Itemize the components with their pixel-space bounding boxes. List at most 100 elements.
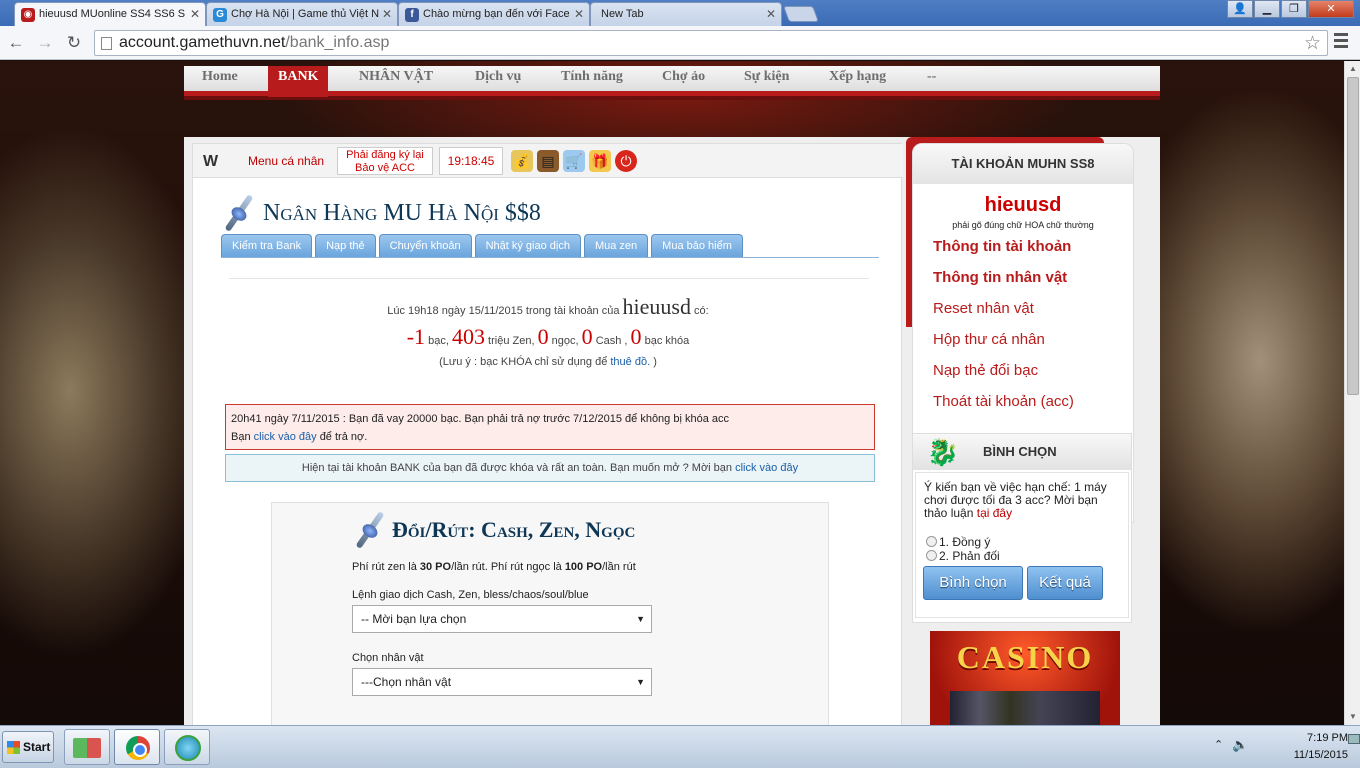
scroll-thumb[interactable] xyxy=(1347,77,1359,395)
url-text: account.gamethuvn.net/bank_info.asp xyxy=(119,34,390,51)
radio-icon[interactable] xyxy=(926,536,937,547)
tray-time[interactable]: 7:19 PM xyxy=(1278,732,1348,744)
cash-label: Cash , xyxy=(595,335,628,347)
sidebar-username: hieuusd xyxy=(984,194,1062,216)
taskbar-app-network[interactable] xyxy=(64,729,110,765)
tab-title: hieuusd MUonline SS4 SS6 S xyxy=(39,8,186,20)
tray-date[interactable]: 11/15/2015 xyxy=(1268,749,1348,761)
forward-button[interactable]: → xyxy=(34,32,56,54)
chrome-menu-icon[interactable] xyxy=(1334,33,1348,51)
tray-expand-icon[interactable]: ⌃ xyxy=(1214,738,1223,751)
character-label: Chọn nhân vật xyxy=(352,652,424,664)
link-account-info[interactable]: Thông tin tài khoản xyxy=(933,238,1071,255)
g-favicon-icon: G xyxy=(213,8,227,22)
nav-xep-hang[interactable]: Xếp hạng xyxy=(829,66,886,96)
close-tab-icon[interactable]: ✕ xyxy=(382,7,392,21)
link-inbox[interactable]: Hộp thư cá nhân xyxy=(933,331,1045,348)
tab-facebook[interactable]: f Chào mừng bạn đến với Face ✕ xyxy=(398,2,590,26)
speaker-icon[interactable]: 🔈 xyxy=(1232,737,1248,753)
dragon-icon: 🐉 xyxy=(926,437,960,467)
command-select[interactable]: -- Mời bạn lựa chọn ▼ xyxy=(352,605,652,633)
nav-tinh-nang[interactable]: Tính năng xyxy=(561,66,623,96)
nav-nhan-vat[interactable]: NHÂN VẬT xyxy=(359,66,433,96)
tab-new-tab[interactable]: New Tab ✕ xyxy=(590,2,782,26)
close-tab-icon[interactable]: ✕ xyxy=(766,7,776,21)
fee-ngoc: 100 PO xyxy=(564,561,603,573)
close-tab-icon[interactable]: ✕ xyxy=(190,7,200,21)
loan-warning-text: 20h41 ngày 7/11/2015 : Bạn đã vay 20000 … xyxy=(231,413,729,425)
taskbar-app-sync[interactable] xyxy=(164,729,210,765)
bookmark-star-icon[interactable]: ☆ xyxy=(1304,32,1321,55)
nav-cho-ao[interactable]: Chợ ảo xyxy=(662,66,705,96)
bank-tabs: Kiểm tra Bank Nạp thẻ Chuyển khoản Nhật … xyxy=(221,234,879,258)
tab-hieuusd[interactable]: ◉ hieuusd MUonline SS4 SS6 S ✕ xyxy=(14,2,206,27)
tab-kiem-tra-bank[interactable]: Kiểm tra Bank xyxy=(221,234,313,257)
cart-icon[interactable]: 🛒 xyxy=(563,150,585,172)
maximize-button[interactable]: ❐ xyxy=(1281,0,1307,18)
radio-icon[interactable] xyxy=(926,550,937,561)
user-icon[interactable]: 👤 xyxy=(1227,0,1253,18)
withdraw-form: Đổi/Rút: Cash, Zen, Ngọc Phí rút zen là … xyxy=(271,502,829,725)
start-button[interactable]: Start xyxy=(2,731,54,763)
nav-dich-vu[interactable]: Dịch vụ xyxy=(475,66,521,96)
fee-suffix: /lần rút xyxy=(602,561,636,573)
reload-button[interactable]: ↻ xyxy=(63,32,85,54)
poll-title: BÌNH CHỌN xyxy=(983,444,1057,459)
link-character-info[interactable]: Thông tin nhân vật xyxy=(933,269,1067,286)
tab-title: Chợ Hà Nội | Game thủ Việt N xyxy=(231,8,380,20)
character-select-value: ---Chọn nhân vật xyxy=(361,675,452,689)
zen-label: triệu Zen, xyxy=(488,335,535,347)
rent-items-link[interactable]: thuê đồ. xyxy=(610,356,650,368)
address-bar[interactable]: account.gamethuvn.net/bank_info.asp ☆ xyxy=(94,30,1328,56)
nav-su-kien[interactable]: Sự kiện xyxy=(744,66,789,96)
window-controls: 👤 ▁ ❐ ✕ xyxy=(1226,0,1354,18)
account-name: hieuusd xyxy=(622,294,691,319)
reregister-protect-button[interactable]: Phải đăng ký lại Bảo vệ ACC xyxy=(337,147,433,175)
tab-mua-zen[interactable]: Mua zen xyxy=(583,234,649,257)
character-select[interactable]: ---Chọn nhân vật ▼ xyxy=(352,668,652,696)
loan-warning-box: 20h41 ngày 7/11/2015 : Bạn đã vay 20000 … xyxy=(225,404,875,450)
new-tab-button[interactable] xyxy=(783,6,819,22)
tab-cho-ha-noi[interactable]: G Chợ Hà Nội | Game thủ Việt N ✕ xyxy=(206,2,398,26)
personal-menu-link[interactable]: Menu cá nhân xyxy=(248,154,324,168)
link-logout[interactable]: Thoát tài khoản (acc) xyxy=(933,393,1074,410)
scroll-up-icon[interactable]: ▲ xyxy=(1345,61,1360,77)
poll-option-agree[interactable]: 1. Đồng ý xyxy=(926,536,990,549)
treasure-chest-icon[interactable]: ▤ xyxy=(537,150,559,172)
nav-home[interactable]: Home xyxy=(202,66,238,96)
poll-option-disagree[interactable]: 2. Phản đối xyxy=(926,550,1000,563)
close-window-button[interactable]: ✕ xyxy=(1308,0,1354,18)
money-bag-icon[interactable]: 💰 xyxy=(511,150,533,172)
gift-icon[interactable]: 🎁 xyxy=(589,150,611,172)
scroll-down-icon[interactable]: ▼ xyxy=(1345,709,1360,725)
nav-bank[interactable]: BANK xyxy=(268,66,329,97)
nav-more[interactable]: -- xyxy=(927,66,936,96)
casino-banner[interactable]: CASINO xyxy=(930,631,1120,725)
page-scrollbar[interactable]: ▲ ▼ xyxy=(1344,61,1360,725)
case-hint: phải gõ đúng chữ HOA chữ thường xyxy=(952,220,1094,230)
tab-nhat-ky-giao-dich[interactable]: Nhật ký giao dịch xyxy=(474,234,581,257)
fee-mid: /lần rút. Phí rút ngọc là xyxy=(451,561,562,573)
show-desktop-button[interactable] xyxy=(1348,734,1360,744)
fee-prefix: Phí rút zen là xyxy=(352,561,417,573)
results-button[interactable]: Kết quả xyxy=(1027,566,1103,600)
ngoc-value: 0 xyxy=(537,324,549,349)
casino-art xyxy=(950,691,1100,725)
repay-loan-link[interactable]: click vào đây xyxy=(254,431,317,443)
vote-button[interactable]: Bình chọn xyxy=(923,566,1023,600)
bac-khoa-label: bạc khóa xyxy=(644,335,690,347)
warning-prefix: Bạn xyxy=(231,431,251,443)
poll-discuss-link[interactable]: tại đây xyxy=(977,506,1012,520)
minimize-button[interactable]: ▁ xyxy=(1254,0,1280,18)
close-tab-icon[interactable]: ✕ xyxy=(574,7,584,21)
unlock-bank-link[interactable]: click vào đây xyxy=(735,462,798,474)
tab-nap-the[interactable]: Nạp thẻ xyxy=(315,234,376,257)
power-icon[interactable]: ⏻ xyxy=(615,150,637,172)
tab-chuyen-khoan[interactable]: Chuyển khoản xyxy=(378,234,472,257)
taskbar-app-chrome[interactable] xyxy=(114,729,160,765)
link-topup-silver[interactable]: Nạp thẻ đổi bạc xyxy=(933,362,1038,379)
back-button[interactable]: ← xyxy=(5,32,27,54)
tab-title: Chào mừng bạn đến với Face xyxy=(423,8,570,20)
link-reset-character[interactable]: Reset nhân vật xyxy=(933,300,1034,317)
tab-mua-bao-hiem[interactable]: Mua bảo hiểm xyxy=(651,234,743,257)
